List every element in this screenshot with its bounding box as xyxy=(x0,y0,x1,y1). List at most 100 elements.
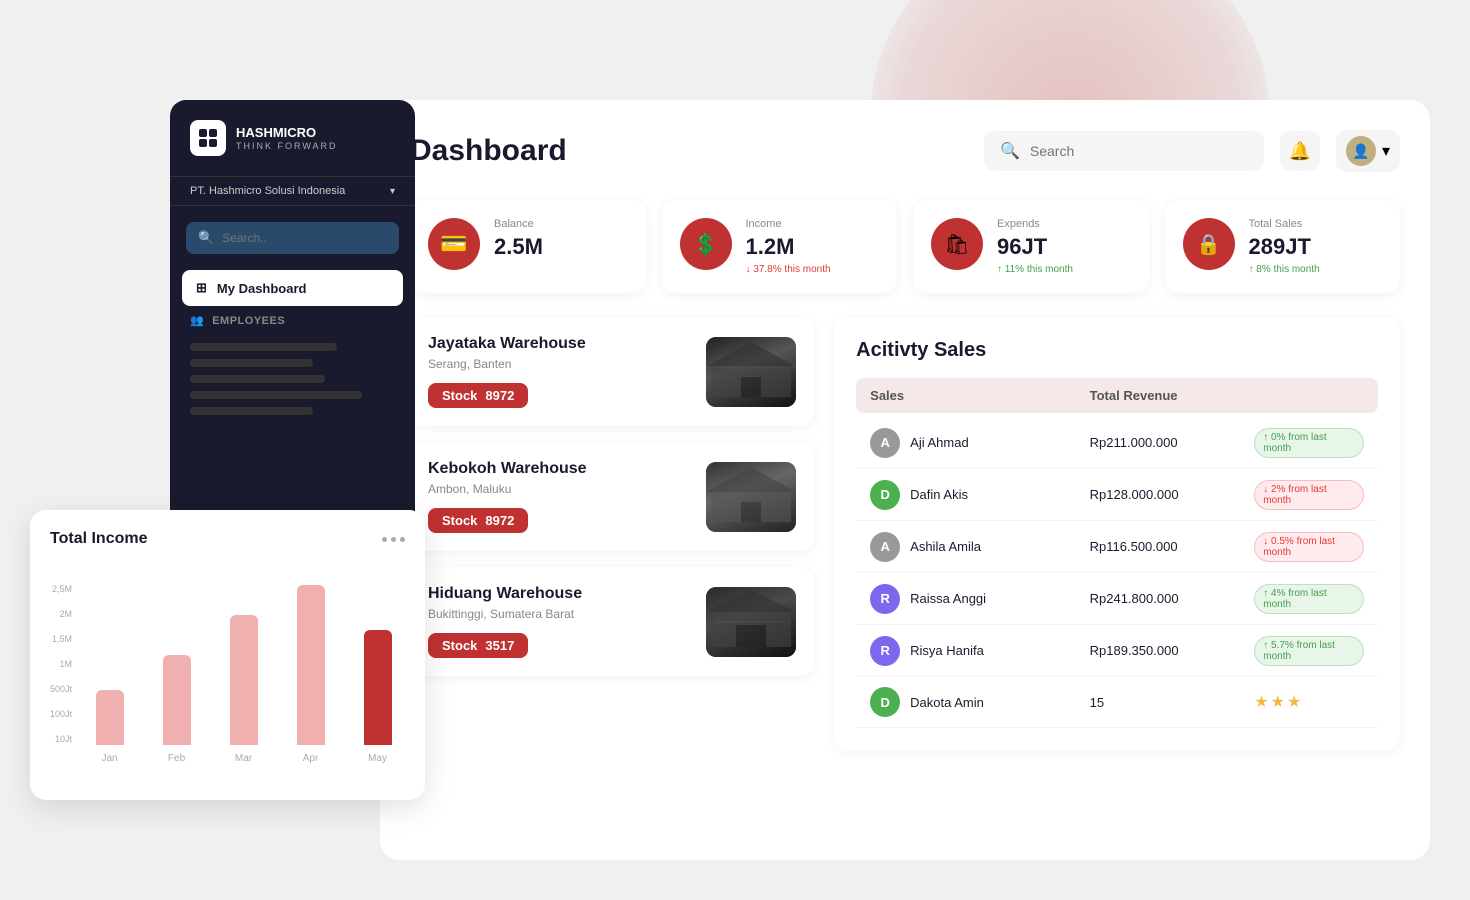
revenue-aji-ahmad: Rp211.000.000 xyxy=(1090,435,1255,450)
bar-apr: Apr xyxy=(283,585,338,764)
total-sales-icon: 🔒 xyxy=(1183,218,1235,270)
chart-visualization: 10Jt 100Jt 500Jt 1M 1,5M 2M 2,5M Jan Feb xyxy=(50,564,405,764)
logo-icon xyxy=(190,120,226,156)
revenue-dafin-akis: Rp128.000.000 xyxy=(1090,487,1255,502)
chart-dot-1 xyxy=(382,537,387,542)
avatar-icon: 👤 xyxy=(1352,143,1369,160)
stat-card-expends: 🛍 Expends 96JT ↑ 11% this month xyxy=(913,200,1149,293)
star-3: ★ xyxy=(1287,692,1301,712)
name-risya-hanifa: Risya Hanifa xyxy=(910,643,984,658)
chart-bars: Jan Feb Mar Apr xyxy=(82,584,405,764)
activity-row-risya-hanifa: R Risya Hanifa Rp189.350.000 ↑ 5.7% from… xyxy=(856,625,1378,677)
y-label-100jt: 100Jt xyxy=(50,709,72,719)
company-name: PT. Hashmicro Solusi Indonesia xyxy=(190,185,345,197)
warehouse-kebokoh-name: Kebokoh Warehouse xyxy=(428,460,690,478)
revenue-dakota-amin: 15 xyxy=(1090,695,1255,710)
stat-card-income: 💲 Income 1.2M ↓ 37.8% this month xyxy=(662,200,898,293)
activity-title: Acitivty Sales xyxy=(856,339,1378,362)
stat-card-total-sales: 🔒 Total Sales 289JT ↑ 8% this month xyxy=(1165,200,1401,293)
expends-change: ↑ 11% this month xyxy=(997,264,1131,275)
y-label-2m: 2M xyxy=(50,609,72,619)
chart-header: Total Income xyxy=(50,530,405,548)
employees-label: EMPLOYEES xyxy=(212,315,285,327)
header-right: 🔍 🔔 👤 ▾ xyxy=(984,130,1400,172)
name-ashila-amila: Ashila Amila xyxy=(910,539,981,554)
balance-label: Balance xyxy=(494,218,628,230)
logo-name: HASHMICRO xyxy=(236,125,338,141)
stock-label-1: Stock xyxy=(442,388,477,403)
dashboard-icon: ⊞ xyxy=(196,280,207,296)
stat-expends-info: Expends 96JT ↑ 11% this month xyxy=(997,218,1131,275)
person-raissa-anggi: R Raissa Anggi xyxy=(870,584,1089,614)
bar-mar-fill xyxy=(230,615,258,745)
sidebar-company[interactable]: PT. Hashmicro Solusi Indonesia ▾ xyxy=(170,176,415,206)
name-dafin-akis: Dafin Akis xyxy=(910,487,968,502)
revenue-risya-hanifa: Rp189.350.000 xyxy=(1090,643,1255,658)
sidebar-item-dashboard[interactable]: ⊞ My Dashboard xyxy=(182,270,403,306)
stars-dakota-amin: ★ ★ ★ xyxy=(1254,692,1364,712)
warehouse-jayataka-info: Jayataka Warehouse Serang, Banten Stock … xyxy=(428,335,690,408)
warehouse-kebokoh-stock: Stock 8972 xyxy=(428,508,528,533)
warehouse-jayataka-image xyxy=(706,337,796,407)
activity-table: Sales Total Revenue A Aji Ahmad Rp211.00… xyxy=(856,378,1378,728)
expends-label: Expends xyxy=(997,218,1131,230)
person-dakota-amin: D Dakota Amin xyxy=(870,687,1089,717)
sidebar-search-input[interactable] xyxy=(222,231,387,245)
warehouse-jayataka-stock: Stock 8972 xyxy=(428,383,528,408)
chart-options[interactable] xyxy=(382,537,405,542)
bar-may-fill xyxy=(364,630,392,745)
search-input[interactable] xyxy=(1030,143,1248,159)
y-label-500jt: 500Jt xyxy=(50,684,72,694)
change-risya-hanifa: ↑ 5.7% from last month xyxy=(1254,636,1364,666)
user-avatar-button[interactable]: 👤 ▾ xyxy=(1336,130,1400,172)
expends-icon: 🛍 xyxy=(931,218,983,270)
warehouse-kebokoh-info: Kebokoh Warehouse Ambon, Maluku Stock 89… xyxy=(428,460,690,533)
warehouse-kebokoh-location: Ambon, Maluku xyxy=(428,482,690,496)
warehouse-jayataka-location: Serang, Banten xyxy=(428,357,690,371)
search-icon: 🔍 xyxy=(1000,141,1020,161)
warehouse-jayataka-name: Jayataka Warehouse xyxy=(428,335,690,353)
avatar-ashila-amila: A xyxy=(870,532,900,562)
sidebar-placeholder-3 xyxy=(190,375,325,383)
activity-row-dakota-amin: D Dakota Amin 15 ★ ★ ★ xyxy=(856,677,1378,728)
notification-bell-button[interactable]: 🔔 xyxy=(1280,131,1320,171)
x-label-may: May xyxy=(368,753,387,764)
income-icon: 💲 xyxy=(680,218,732,270)
change-dafin-akis: ↓ 2% from last month xyxy=(1254,480,1364,510)
employees-icon: 👥 xyxy=(190,314,204,327)
sidebar-dashboard-label: My Dashboard xyxy=(217,281,307,296)
person-aji-ahmad: A Aji Ahmad xyxy=(870,428,1089,458)
sidebar-placeholder-1 xyxy=(190,343,337,351)
activity-row-ashila-amila: A Ashila Amila Rp116.500.000 ↓ 0.5% from… xyxy=(856,521,1378,573)
income-label: Income xyxy=(746,218,880,230)
warehouse-hiduang-image xyxy=(706,587,796,657)
warehouse-hiduang-info: Hiduang Warehouse Bukittinggi, Sumatera … xyxy=(428,585,690,658)
stat-balance-info: Balance 2.5M xyxy=(494,218,628,264)
logo-text-group: HASHMICRO THINK FORWARD xyxy=(236,125,338,151)
col-change-label xyxy=(1254,388,1364,403)
activity-row-dafin-akis: D Dafin Akis Rp128.000.000 ↓ 2% from las… xyxy=(856,469,1378,521)
activity-row-raissa-anggi: R Raissa Anggi Rp241.800.000 ↑ 4% from l… xyxy=(856,573,1378,625)
chevron-down-icon: ▾ xyxy=(1382,141,1390,161)
x-label-feb: Feb xyxy=(168,753,185,764)
stat-income-info: Income 1.2M ↓ 37.8% this month xyxy=(746,218,880,275)
avatar-dakota-amin: D xyxy=(870,687,900,717)
logo-tagline: THINK FORWARD xyxy=(236,141,338,151)
revenue-ashila-amila: Rp116.500.000 xyxy=(1090,539,1255,554)
sidebar-placeholder-5 xyxy=(190,407,313,415)
sidebar-search-container[interactable]: 🔍 xyxy=(186,222,399,254)
x-label-jan: Jan xyxy=(101,753,117,764)
search-bar[interactable]: 🔍 xyxy=(984,131,1264,171)
x-label-mar: Mar xyxy=(235,753,252,764)
revenue-raissa-anggi: Rp241.800.000 xyxy=(1090,591,1255,606)
y-label-15m: 1,5M xyxy=(50,634,72,644)
name-raissa-anggi: Raissa Anggi xyxy=(910,591,986,606)
balance-value: 2.5M xyxy=(494,234,628,260)
content-row: Jayataka Warehouse Serang, Banten Stock … xyxy=(410,317,1400,750)
warehouse-hiduang-name: Hiduang Warehouse xyxy=(428,585,690,603)
income-value: 1.2M xyxy=(746,234,880,260)
star-2: ★ xyxy=(1271,692,1285,712)
bar-feb: Feb xyxy=(149,655,204,764)
warehouse-card-jayataka: Jayataka Warehouse Serang, Banten Stock … xyxy=(410,317,814,426)
stock-value-1: 8972 xyxy=(485,388,514,403)
